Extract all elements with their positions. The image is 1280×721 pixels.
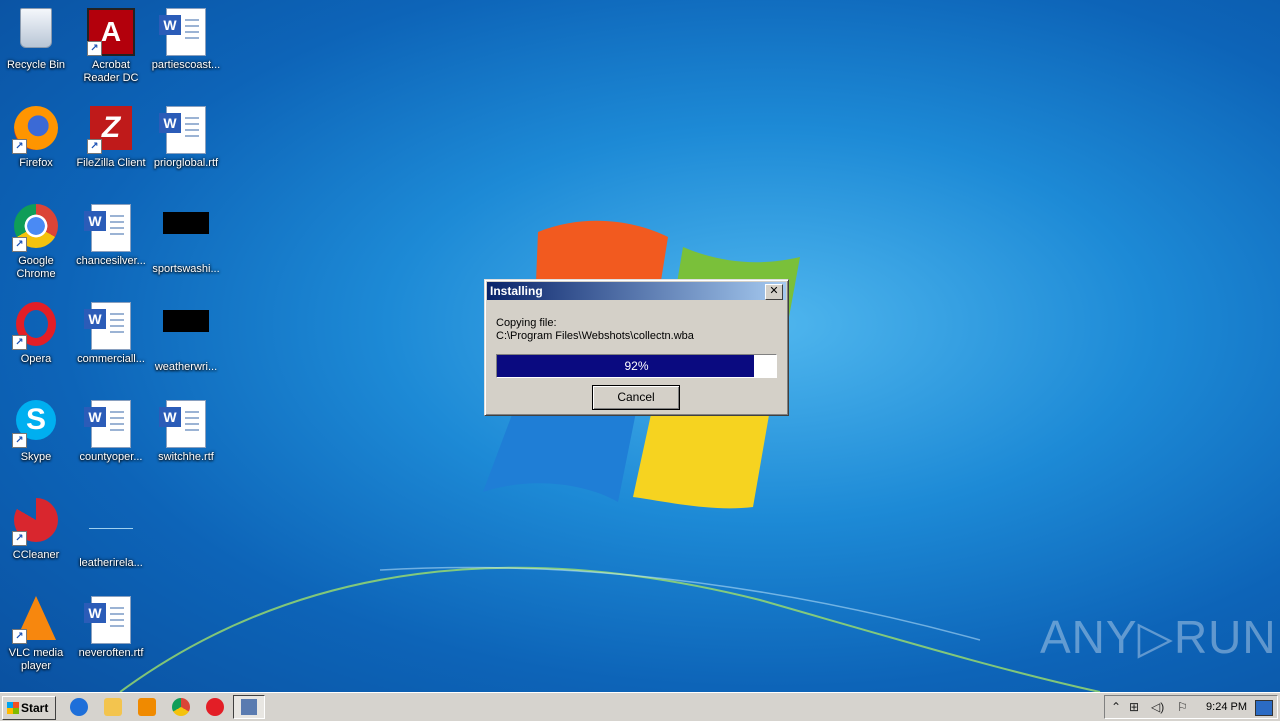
flag-icon[interactable]: ⚐	[1177, 700, 1188, 714]
desktop-icon-label: leatherirela...	[79, 557, 143, 569]
taskbar: Start ⌃ ⊞ ◁) ⚐ 9:24 PM	[0, 692, 1280, 721]
internet-explorer-icon[interactable]	[70, 698, 88, 716]
desktop-icon-label: Opera	[20, 353, 52, 365]
desktop-icon-neveroften[interactable]: neveroften.rtf	[73, 590, 149, 660]
ccleaner-icon: ↗	[12, 498, 60, 546]
recycle-bin-icon	[12, 8, 60, 56]
desktop-icon-switchhe[interactable]: switchhe.rtf	[148, 394, 224, 464]
installing-dialog: Installing ✕ Copying file: C:\Program Fi…	[484, 279, 789, 416]
chevron-up-icon[interactable]: ⌃	[1111, 700, 1121, 714]
start-label: Start	[21, 701, 49, 715]
desktop-icon-priorglobal[interactable]: priorglobal.rtf	[148, 100, 224, 170]
desktop-icon-countyoper[interactable]: countyoper...	[73, 394, 149, 464]
shortcut-arrow-icon: ↗	[12, 531, 27, 546]
desktop-icon-label: neveroften.rtf	[78, 647, 144, 659]
desktop-icon-label: CCleaner	[12, 549, 60, 561]
desktop-icon-label: weatherwri...	[154, 361, 218, 373]
desktop-icon-filezilla[interactable]: Z ↗ FileZilla Client	[73, 100, 149, 170]
desktop-icon-label: VLC media player	[8, 647, 64, 672]
shortcut-arrow-icon: ↗	[12, 237, 27, 252]
desktop-icon-label: Acrobat Reader DC	[83, 59, 139, 84]
opera-taskbar-icon[interactable]	[206, 698, 224, 716]
desktop-icon-leatherirela[interactable]: leatherirela...	[73, 492, 149, 570]
shortcut-arrow-icon: ↗	[12, 433, 27, 448]
desktop-icon-firefox[interactable]: ↗ Firefox	[0, 100, 74, 170]
desktop-icon-commerciall[interactable]: commerciall...	[73, 296, 149, 366]
desktop-icon-vlc[interactable]: ↗ VLC media player	[0, 590, 74, 673]
desktop-icon-google-chrome[interactable]: ↗ Google Chrome	[0, 198, 74, 281]
desktop-icon-partiescoast[interactable]: partiescoast...	[148, 2, 224, 72]
show-desktop-button[interactable]	[1255, 700, 1273, 716]
clock[interactable]: 9:24 PM	[1206, 700, 1247, 714]
word-document-icon	[159, 106, 210, 154]
chrome-icon: ↗	[12, 204, 60, 252]
word-document-icon	[159, 8, 210, 56]
cancel-button[interactable]: Cancel	[592, 385, 680, 410]
shortcut-arrow-icon: ↗	[12, 335, 27, 350]
desktop-icon-label: priorglobal.rtf	[153, 157, 219, 169]
firefox-icon: ↗	[12, 106, 60, 154]
shortcut-arrow-icon: ↗	[87, 41, 102, 56]
opera-icon: ↗	[12, 302, 60, 350]
desktop-icon-acrobat[interactable]: A ↗ Acrobat Reader DC	[73, 2, 149, 85]
dialog-message: Copying file: C:\Program Files\Webshots\…	[496, 317, 694, 343]
installer-icon	[241, 699, 257, 715]
desktop-icon-sportswashi[interactable]: sportswashi...	[148, 198, 224, 276]
word-document-icon	[84, 596, 135, 644]
desktop-icon-label: FileZilla Client	[76, 157, 146, 169]
desktop-icon-label: Firefox	[19, 157, 53, 169]
dialog-title: Installing	[490, 284, 543, 298]
desktop-icon-weatherwri[interactable]: weatherwri...	[148, 296, 224, 374]
windows-flag-icon	[7, 702, 19, 714]
word-document-icon	[159, 400, 210, 448]
network-icon[interactable]: ⊞	[1129, 700, 1139, 714]
file-path: C:\Program Files\Webshots\collectn.wba	[496, 330, 694, 342]
shortcut-arrow-icon: ↗	[12, 629, 27, 644]
desktop-icon-skype[interactable]: S ↗ Skype	[0, 394, 74, 464]
filezilla-icon: Z ↗	[87, 106, 135, 154]
desktop-icon-recycle-bin[interactable]: Recycle Bin	[0, 2, 74, 72]
acrobat-icon: A ↗	[87, 8, 135, 56]
word-document-icon	[84, 302, 135, 350]
word-document-icon	[84, 400, 135, 448]
desktop-icon-opera[interactable]: ↗ Opera	[0, 296, 74, 366]
chrome-taskbar-icon[interactable]	[172, 698, 190, 716]
desktop-icon-label: partiescoast...	[151, 59, 221, 71]
shortcut-arrow-icon: ↗	[12, 139, 27, 154]
desktop-icon-label: sportswashi...	[152, 263, 220, 275]
copying-label: Copying file:	[496, 317, 557, 329]
progress-percent: 92%	[624, 359, 649, 373]
desktop-icon-chancesilver[interactable]: chancesilver...	[73, 198, 149, 268]
desktop-icon-label: switchhe.rtf	[158, 451, 214, 463]
desktop-icon-ccleaner[interactable]: ↗ CCleaner	[0, 492, 74, 562]
close-button[interactable]: ✕	[765, 284, 783, 300]
shortcut-arrow-icon: ↗	[87, 139, 102, 154]
desktop-icon-label: commerciall...	[77, 353, 145, 365]
desktop-icon-label: Google Chrome	[16, 255, 56, 280]
start-button[interactable]: Start	[2, 696, 56, 720]
dialog-titlebar[interactable]: Installing ✕	[487, 282, 786, 300]
word-document-icon	[84, 204, 135, 252]
progress-bar: 92%	[496, 354, 777, 378]
skype-icon: S ↗	[12, 400, 60, 448]
volume-icon[interactable]: ◁)	[1151, 700, 1164, 714]
vlc-icon: ↗	[12, 596, 60, 644]
desktop-icon-label: chancesilver...	[76, 255, 146, 267]
anyrun-watermark: ANY▷RUN	[1040, 611, 1277, 663]
taskbar-installer-button[interactable]	[233, 695, 265, 719]
system-tray: ⌃ ⊞ ◁) ⚐ 9:24 PM	[1104, 695, 1278, 719]
black-file-icon	[162, 212, 210, 260]
file-explorer-icon[interactable]	[104, 698, 122, 716]
desktop-icon-label: Recycle Bin	[6, 59, 66, 71]
desktop-icon-label: countyoper...	[79, 451, 143, 463]
blank-file-icon	[87, 506, 135, 554]
desktop: Recycle Bin ↗ Firefox ↗ Google Chrome ↗ …	[0, 0, 1280, 692]
desktop-icon-label: Skype	[20, 451, 52, 463]
black-file-icon	[162, 310, 210, 358]
media-player-icon[interactable]	[138, 698, 156, 716]
